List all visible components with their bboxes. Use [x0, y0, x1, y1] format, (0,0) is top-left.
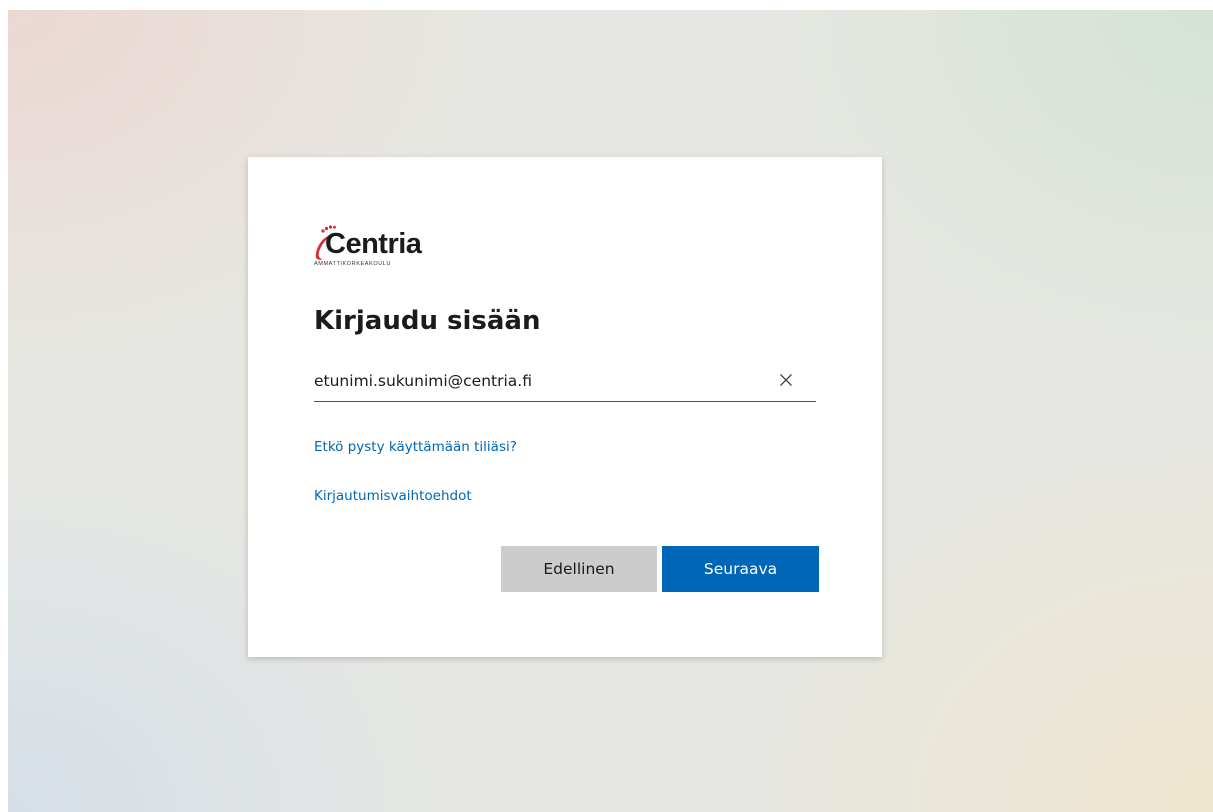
cant-access-account-link[interactable]: Etkö pysty käyttämään tiliäsi? — [314, 439, 517, 455]
next-button[interactable]: Seuraava — [662, 546, 819, 592]
clear-input-button[interactable] — [774, 368, 798, 392]
signin-options-link[interactable]: Kirjautumisvaihtoehdot — [314, 488, 472, 504]
email-input[interactable] — [314, 362, 764, 400]
page-title: Kirjaudu sisään — [314, 306, 541, 336]
email-field-container — [314, 362, 816, 402]
close-icon — [780, 374, 792, 386]
back-button[interactable]: Edellinen — [501, 546, 657, 592]
background: Centria AMMATTIKORKEAKOULU Kirjaudu sisä… — [8, 10, 1213, 812]
signin-card: Centria AMMATTIKORKEAKOULU Kirjaudu sisä… — [248, 157, 882, 657]
logo-tagline: AMMATTIKORKEAKOULU — [314, 261, 392, 267]
logo-wordmark: Centria — [325, 228, 422, 260]
centria-logo: Centria AMMATTIKORKEAKOULU — [311, 221, 471, 273]
